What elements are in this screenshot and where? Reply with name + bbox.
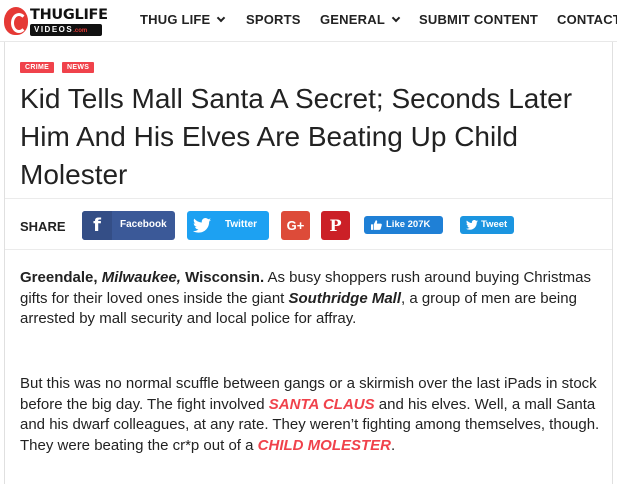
facebook-like-button[interactable]: Like 207K bbox=[364, 216, 443, 234]
facebook-icon: f bbox=[82, 211, 112, 240]
chevron-down-icon bbox=[391, 13, 401, 23]
facebook-share-button[interactable]: f Facebook bbox=[82, 211, 175, 240]
article-paragraph-2: But this was no normal scuffle between g… bbox=[20, 375, 600, 454]
tag-news[interactable]: NEWS bbox=[62, 62, 95, 73]
facebook-label: Facebook bbox=[120, 219, 167, 230]
dateline-city: Greendale, bbox=[20, 269, 102, 286]
article-title: Kid Tells Mall Santa A Secret; Seconds L… bbox=[20, 83, 573, 190]
content-border-right bbox=[612, 42, 613, 484]
googleplus-share-button[interactable]: G+ bbox=[281, 211, 310, 240]
twitter-bird-icon bbox=[466, 220, 478, 230]
chevron-down-icon bbox=[217, 13, 226, 23]
dateline-state: Wisconsin. bbox=[180, 269, 265, 286]
child-molester-link[interactable]: CHILD MOLESTER bbox=[258, 437, 391, 454]
logo-badge-icon bbox=[4, 7, 28, 35]
pinterest-share-button[interactable]: P bbox=[321, 211, 350, 240]
logo-sub: VIDEOS.com bbox=[30, 24, 102, 36]
santa-claus-link[interactable]: SANTA CLAUS bbox=[269, 396, 375, 413]
nav-item-thug-life[interactable]: THUG LIFE bbox=[140, 12, 226, 27]
article-paragraph-1: Greendale, Milwaukee, Wisconsin. As busy… bbox=[20, 269, 591, 327]
content-border-left bbox=[4, 42, 5, 484]
like-count: Like 207K bbox=[386, 219, 431, 230]
share-label: SHARE bbox=[20, 219, 66, 234]
logo-word: THUGLIFE bbox=[30, 7, 108, 23]
twitter-bird-icon bbox=[187, 211, 217, 240]
tag-crime[interactable]: CRIME bbox=[20, 62, 55, 73]
nav-item-contact[interactable]: CONTACT bbox=[557, 12, 617, 27]
top-navigation: THUGLIFE VIDEOS.com THUG LIFE SPORTS GEN… bbox=[0, 0, 617, 42]
nav-item-sports[interactable]: SPORTS bbox=[246, 12, 301, 27]
nav-item-general[interactable]: GENERAL bbox=[320, 12, 401, 27]
twitter-label: Twitter bbox=[225, 219, 258, 230]
mall-name: Southridge Mall bbox=[288, 289, 402, 307]
tweet-button[interactable]: Tweet bbox=[460, 216, 514, 234]
thumbs-up-icon bbox=[371, 220, 382, 230]
tweet-label: Tweet bbox=[481, 219, 508, 230]
nav-item-submit-content[interactable]: SUBMIT CONTENT bbox=[419, 12, 538, 27]
twitter-share-button[interactable]: Twitter bbox=[187, 211, 269, 240]
dateline-county: Milwaukee, bbox=[101, 269, 181, 286]
site-logo[interactable]: THUGLIFE VIDEOS.com bbox=[0, 3, 108, 39]
